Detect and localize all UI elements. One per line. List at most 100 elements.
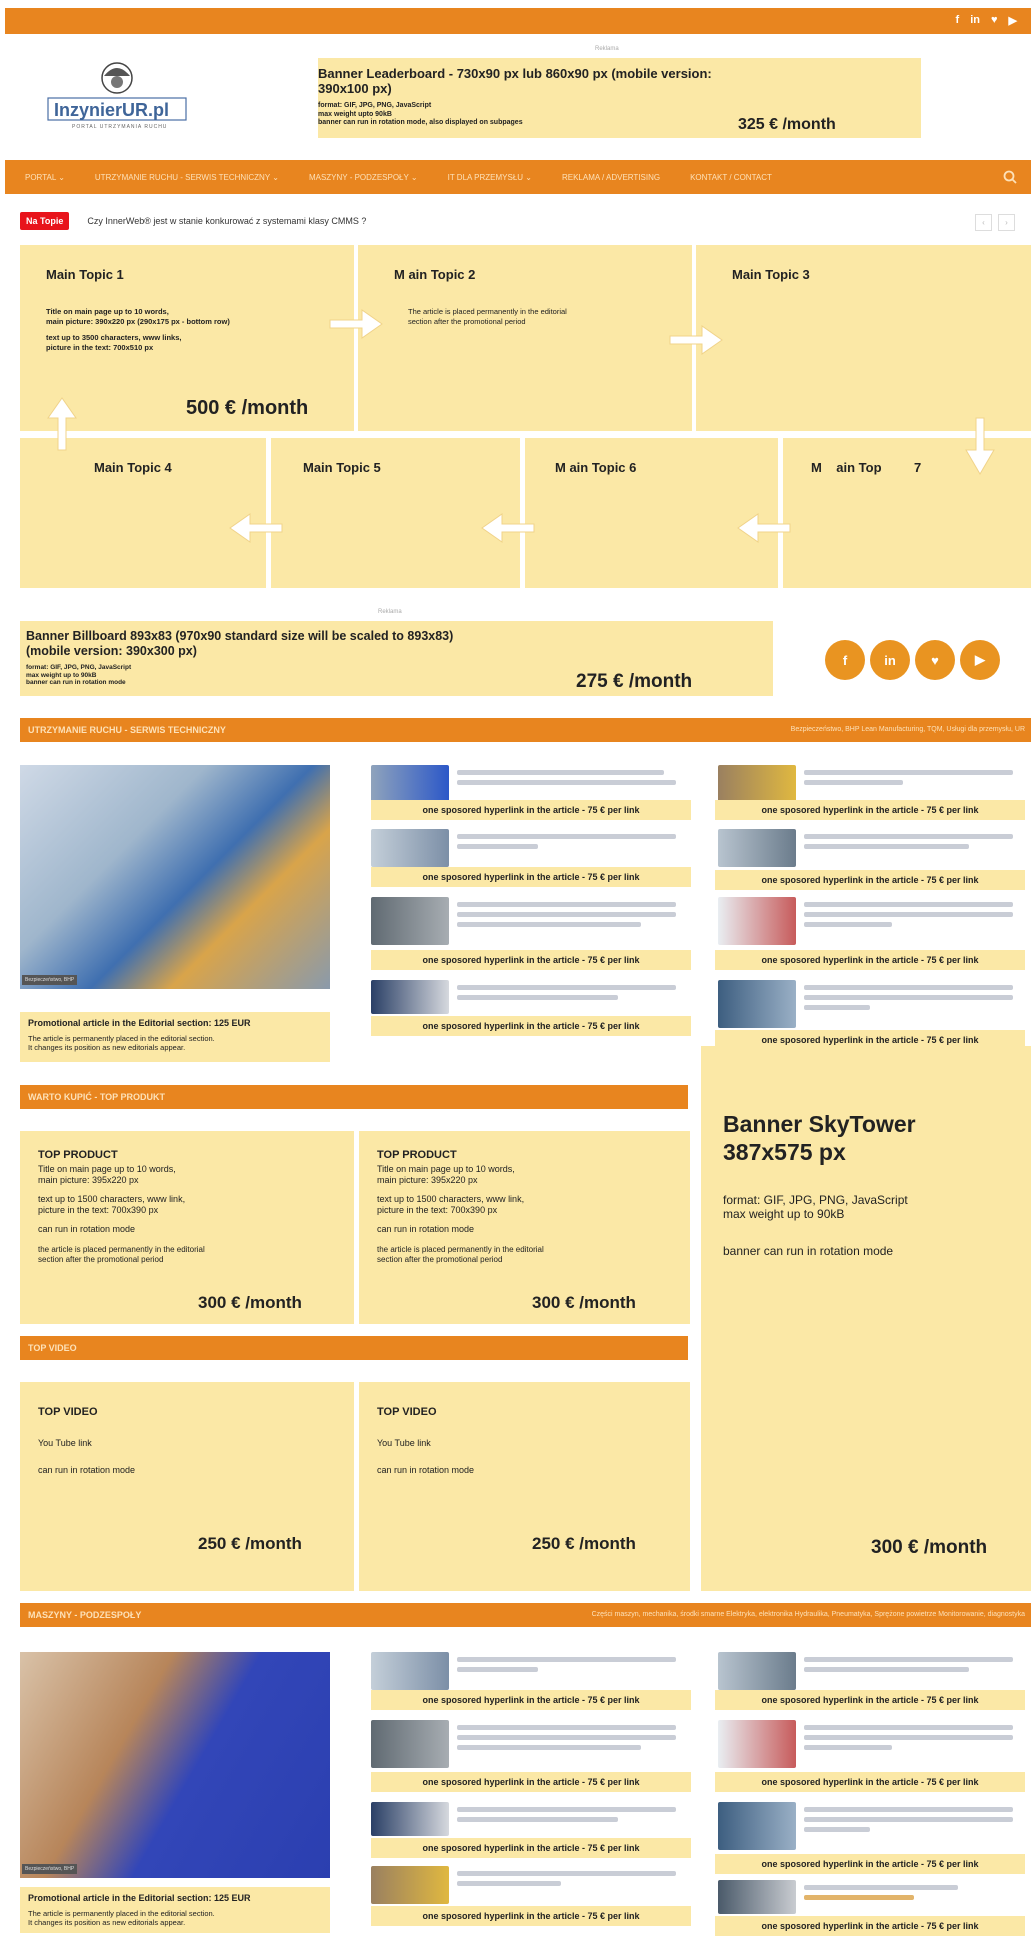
list-item[interactable] — [718, 829, 1024, 867]
desc-line: It changes its position as new editorial… — [28, 1043, 186, 1052]
topic-title: M ain Top 7 — [811, 460, 922, 475]
thumbnail — [718, 1802, 796, 1850]
top-product-card[interactable]: TOP PRODUCT Title on main page up to 10 … — [359, 1131, 690, 1324]
arrow-right-icon — [329, 309, 383, 339]
desc-line: text up to 3500 characters, www links, — [46, 333, 182, 342]
search-icon[interactable] — [1003, 170, 1017, 184]
thumbnail — [718, 829, 796, 867]
logo-graphic — [47, 62, 187, 121]
nav-utrzymanie[interactable]: UTRZYMANIE RUCHU - SERWIS TECHNICZNY ⌄ — [95, 173, 279, 182]
spec-line: max weight upto 90kB — [318, 110, 392, 118]
top-video-card[interactable]: TOP VIDEO You Tube link can run in rotat… — [20, 1382, 354, 1591]
topic-price: 500 € /month — [186, 397, 309, 419]
thumbnail — [718, 897, 796, 945]
desc-line: the article is placed permanently in the… — [377, 1245, 544, 1254]
list-item[interactable] — [371, 980, 687, 1014]
list-item[interactable] — [718, 765, 1024, 803]
top-product-card[interactable]: TOP PRODUCT Title on main page up to 10 … — [20, 1131, 354, 1324]
article-photo[interactable]: Bezpieczeństwo, BHP — [20, 765, 330, 989]
arrow-up-icon — [47, 397, 77, 451]
section-title[interactable]: WARTO KUPIĆ - TOP PRODUKT — [28, 1092, 165, 1102]
news-ticker: Na Topie Czy InnerWeb® jest w stanie kon… — [20, 212, 366, 230]
list-item[interactable] — [371, 1652, 687, 1690]
billboard-banner[interactable]: Banner Billboard 893x83 (970x90 standard… — [20, 621, 773, 696]
list-item[interactable] — [371, 1802, 687, 1836]
arrow-down-icon — [965, 417, 995, 475]
top-video-card[interactable]: TOP VIDEO You Tube link can run in rotat… — [359, 1382, 690, 1591]
ticker-text[interactable]: Czy InnerWeb® jest w stanie konkurować z… — [87, 216, 366, 226]
nav-reklama[interactable]: REKLAMA / ADVERTISING — [562, 173, 660, 182]
blurred-text — [804, 897, 1024, 945]
sponsored-label: one sposored hyperlink in the article - … — [715, 1690, 1025, 1710]
section-title[interactable]: UTRZYMANIE RUCHU - SERWIS TECHNICZNY — [28, 725, 226, 735]
desc-line: You Tube link — [38, 1438, 92, 1448]
linkedin-icon[interactable]: in — [970, 14, 980, 27]
desc-line: You Tube link — [377, 1438, 431, 1448]
thumbnail — [371, 897, 449, 945]
facebook-icon[interactable]: f — [956, 14, 960, 27]
card-title: TOP VIDEO — [377, 1406, 437, 1418]
thumbnail — [371, 829, 449, 867]
youtube-icon[interactable]: ▶ — [960, 640, 1000, 680]
blurred-text — [457, 1720, 687, 1768]
list-item[interactable] — [718, 980, 1024, 1028]
section-subcategories[interactable]: Części maszyn, mechanika, środki smarne … — [592, 1611, 1025, 1618]
twitter-icon[interactable]: ♥ — [915, 640, 955, 680]
nav-kontakt[interactable]: KONTAKT / CONTACT — [690, 173, 772, 182]
sponsored-label: one sposored hyperlink in the article - … — [371, 1690, 691, 1710]
site-logo[interactable]: InzynierUR.pl PORTAL UTRZYMANIA RUCHU — [42, 58, 192, 134]
nav-maszyny[interactable]: MASZYNY - PODZESPOŁY ⌄ — [309, 173, 418, 182]
nav-portal[interactable]: PORTAL ⌄ — [25, 173, 65, 182]
youtube-icon[interactable]: ▶ — [1009, 14, 1017, 27]
list-item[interactable] — [371, 765, 687, 803]
section-header-maszyny: MASZYNY - PODZESPOŁY Części maszyn, mech… — [20, 1603, 1031, 1627]
blurred-text — [804, 1720, 1024, 1768]
desc-line: Title on main page up to 10 words, — [38, 1164, 176, 1174]
nav-it[interactable]: IT DLA PRZEMYSŁU ⌄ — [448, 173, 532, 182]
promo-title: Promotional article in the Editorial sec… — [28, 1893, 251, 1903]
leaderboard-banner[interactable]: Banner Leaderboard - 730x90 px lub 860x9… — [318, 58, 921, 138]
spec-line: format: GIF, JPG, PNG, JavaScript — [723, 1193, 908, 1207]
sponsored-label: one sposored hyperlink in the article - … — [715, 800, 1025, 820]
list-item[interactable] — [718, 1880, 1024, 1914]
blurred-text — [457, 829, 687, 867]
skytower-title: Banner SkyTower 387x575 px — [723, 1110, 916, 1166]
section-title[interactable]: MASZYNY - PODZESPOŁY — [28, 1610, 141, 1620]
promo-article-box: Promotional article in the Editorial sec… — [20, 1012, 330, 1062]
spec-line: banner can run in rotation mode — [26, 679, 126, 686]
blurred-text — [457, 980, 687, 1014]
prev-arrow-icon[interactable]: ‹ — [975, 214, 992, 231]
main-topic-3[interactable]: Main Topic 3 — [696, 245, 1031, 431]
main-topic-2[interactable]: M ain Topic 2 The article is placed perm… — [358, 245, 692, 431]
desc-line: Title on main page up to 10 words, — [377, 1164, 515, 1174]
list-item[interactable] — [718, 897, 1024, 945]
article-photo[interactable]: Bezpieczeństwo, BHP — [20, 1652, 330, 1878]
facebook-icon[interactable]: f — [825, 640, 865, 680]
main-nav: PORTAL ⌄ UTRZYMANIE RUCHU - SERWIS TECHN… — [5, 160, 1031, 194]
list-item[interactable] — [371, 1866, 687, 1904]
title-line: 387x575 px — [723, 1139, 846, 1165]
section-subcategories[interactable]: Bezpieczeństwo, BHP Lean Manufacturing, … — [791, 726, 1025, 733]
section-title[interactable]: TOP VIDEO — [28, 1343, 77, 1353]
sponsored-label: one sposored hyperlink in the article - … — [715, 950, 1025, 970]
list-item[interactable] — [371, 829, 687, 867]
topic-title: M ain Topic 2 — [394, 267, 476, 282]
skytower-banner[interactable]: Banner SkyTower 387x575 px format: GIF, … — [701, 1046, 1031, 1591]
title-line: Banner Billboard 893x83 (970x90 standard… — [26, 629, 454, 643]
topic-desc: Title on main page up to 10 words, main … — [46, 307, 230, 352]
list-item[interactable] — [371, 1720, 687, 1768]
card-title: TOP PRODUCT — [377, 1149, 457, 1161]
list-item[interactable] — [718, 1652, 1024, 1690]
list-item[interactable] — [718, 1802, 1024, 1850]
twitter-icon[interactable]: ♥ — [991, 14, 998, 27]
desc-line: section after the promotional period — [38, 1255, 164, 1264]
sponsored-label: one sposored hyperlink in the article - … — [715, 870, 1025, 890]
spec-line: format: GIF, JPG, PNG, JavaScript — [318, 102, 432, 109]
topic-desc: The article is placed permanently in the… — [408, 307, 567, 326]
list-item[interactable] — [371, 897, 687, 945]
linkedin-icon[interactable]: in — [870, 640, 910, 680]
desc-line: can run in rotation mode — [38, 1465, 136, 1475]
next-arrow-icon[interactable]: › — [998, 214, 1015, 231]
list-item[interactable] — [718, 1720, 1024, 1768]
desc-line: Title on main page up to 10 words, — [46, 307, 169, 316]
